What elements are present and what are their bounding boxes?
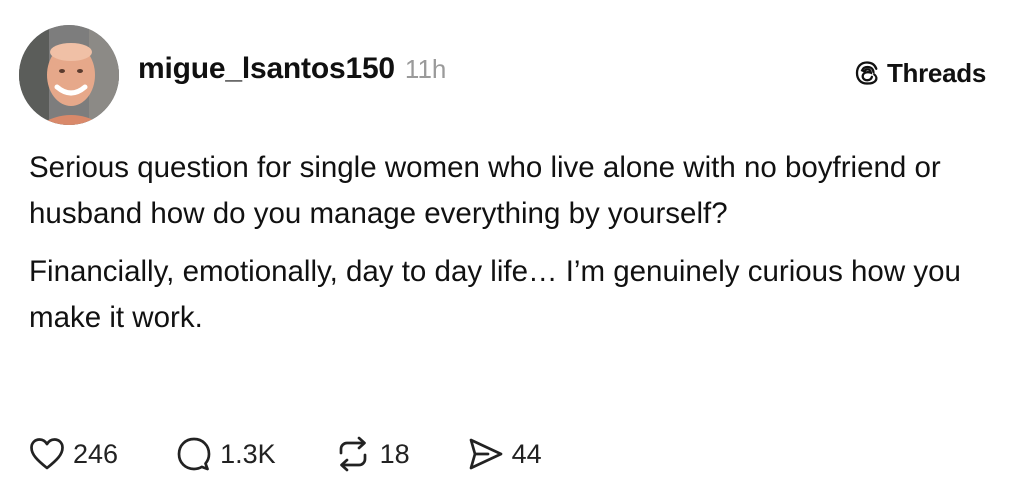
reply-count: 1.3K: [220, 438, 276, 469]
threads-logo-icon: [855, 61, 878, 85]
post-timestamp: 11h: [404, 54, 447, 84]
heart-icon: [30, 438, 64, 470]
post-header: migue_lsantos150 11h: [138, 52, 446, 96]
post-paragraph: Financially, emotionally, day to day lif…: [29, 255, 961, 334]
repost-icon: [339, 436, 366, 472]
threads-brand: Threads: [854, 56, 986, 90]
share-count: 44: [511, 438, 542, 469]
author-username[interactable]: migue_lsantos150: [138, 52, 395, 86]
post-text: Serious question for single women who li…: [29, 145, 979, 341]
threads-post-card: migue_lsantos150 11h Threads Serious que…: [0, 0, 1012, 504]
post-actions: 246 1.3K 18 44: [29, 432, 542, 476]
share-button[interactable]: 44: [468, 437, 542, 471]
repost-count: 18: [379, 438, 410, 469]
like-button[interactable]: 246: [29, 437, 118, 471]
like-count: 246: [73, 438, 119, 469]
threads-label: Threads: [886, 57, 986, 88]
comment-icon: [177, 437, 211, 471]
send-icon: [469, 438, 503, 470]
repost-button[interactable]: 18: [334, 436, 410, 472]
reply-button[interactable]: 1.3K: [176, 436, 276, 472]
avatar[interactable]: [19, 25, 119, 125]
profile-photo: [19, 25, 119, 125]
post-paragraph: Serious question for single women who li…: [29, 151, 941, 230]
